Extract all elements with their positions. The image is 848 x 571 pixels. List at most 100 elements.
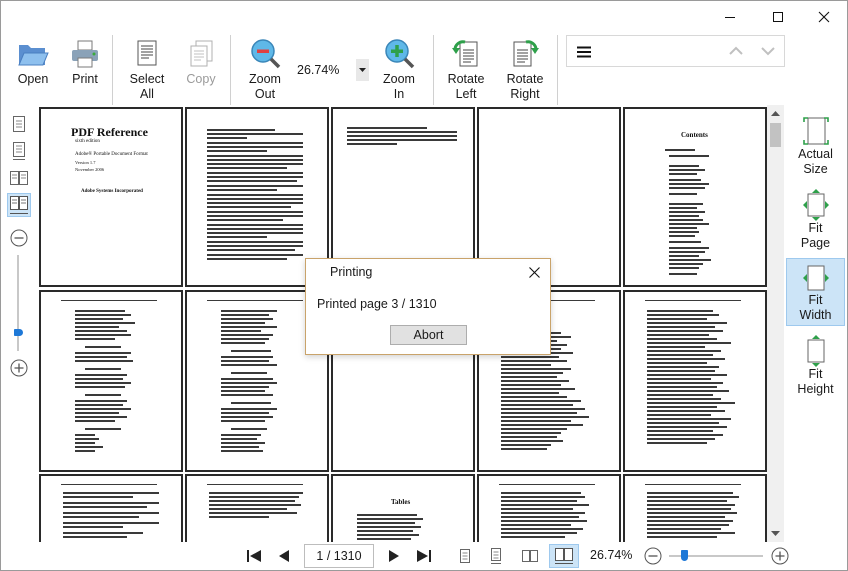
zoom-in-button[interactable]: Zoom In [377, 37, 421, 102]
continuous-view-button[interactable] [485, 544, 507, 568]
title-bar [1, 1, 847, 33]
select-all-button[interactable]: Select All [125, 37, 169, 102]
copy-label: Copy [186, 72, 216, 86]
cover-version: Version 1.7 [75, 160, 96, 165]
next-page-button[interactable] [383, 544, 405, 568]
copy-icon [184, 37, 218, 71]
caret-down-icon [359, 68, 366, 72]
copy-button[interactable]: Copy [179, 37, 223, 87]
page-number-field[interactable]: 1 / 1310 [304, 544, 374, 568]
bottom-zoom-value: 26.74% [590, 548, 633, 562]
rotate-left-button[interactable]: Rotate Left [443, 37, 489, 102]
page-thumbnail[interactable] [185, 474, 329, 542]
minus-circle-icon [10, 229, 28, 247]
previous-page-button[interactable] [273, 544, 295, 568]
page-thumbnail[interactable] [39, 290, 183, 472]
open-label: Open [17, 72, 49, 86]
actual-size-label-line1: Actual [798, 147, 833, 161]
actual-size-button[interactable]: Actual Size [786, 111, 845, 181]
fit-page-button[interactable]: Fit Page [786, 185, 845, 255]
zoom-in-small-button[interactable] [7, 356, 31, 380]
zoom-out-small-button[interactable] [643, 544, 663, 568]
search-box[interactable] [566, 35, 785, 67]
cover-company: Adobe Systems Incorporated [81, 189, 143, 194]
zoom-out-small-button[interactable] [7, 226, 31, 250]
zoom-slider-track[interactable] [17, 255, 19, 351]
zoom-in-small-button[interactable] [770, 544, 790, 568]
facing-continuous-view-button[interactable] [549, 544, 579, 568]
fit-height-icon [807, 335, 824, 367]
fit-height-label-line2: Height [797, 382, 834, 396]
abort-button[interactable]: Abort [390, 325, 467, 345]
select-all-label-line1: Select [129, 72, 165, 86]
toolbar-separator [433, 35, 434, 105]
zoom-out-label-line1: Zoom [249, 72, 281, 86]
fit-page-icon [802, 189, 829, 221]
zoom-slider-thumb[interactable] [14, 329, 23, 336]
continuous-view-button[interactable] [7, 139, 31, 163]
first-page-icon [247, 550, 261, 562]
scroll-down-arrow-icon[interactable] [771, 531, 780, 536]
cover-title: PDF Reference [71, 125, 148, 139]
actual-size-label-line2: Size [803, 162, 828, 176]
vertical-scrollbar[interactable] [767, 105, 784, 542]
chevron-up-icon[interactable] [729, 45, 743, 57]
scrollbar-thumb[interactable] [770, 123, 781, 147]
rotate-left-label-line1: Rotate [447, 72, 485, 86]
facing-continuous-view-button[interactable] [7, 193, 31, 217]
zoom-value: 26.74% [297, 63, 340, 77]
minimize-icon [725, 17, 735, 18]
first-page-button[interactable] [243, 544, 265, 568]
open-button[interactable]: Open [11, 37, 55, 87]
chevron-down-icon[interactable] [761, 45, 775, 57]
app-window: Open Print Select All Copy Zoom Out 26.7… [0, 0, 848, 571]
page-indicator: 1 / 1310 [316, 549, 362, 563]
menu-icon[interactable] [577, 46, 591, 58]
page-thumbnail[interactable] [39, 474, 183, 542]
zoom-in-label-line2: In [393, 87, 405, 101]
page-thumbnail[interactable]: Contents [623, 107, 767, 287]
plus-circle-icon [10, 359, 28, 377]
rotate-right-button[interactable]: Rotate Right [502, 37, 548, 102]
minimize-button[interactable] [707, 1, 753, 33]
left-view-panel [1, 105, 37, 542]
folder-open-icon [16, 37, 50, 71]
zoom-dropdown[interactable] [356, 59, 369, 81]
toolbar-separator [230, 35, 231, 105]
zoom-out-button[interactable]: Zoom Out [243, 37, 287, 102]
facing-view-button[interactable] [7, 166, 31, 190]
page-thumbnail[interactable]: Tables [331, 474, 475, 542]
close-window-button[interactable] [801, 1, 847, 33]
maximize-icon [773, 12, 783, 22]
fit-width-button[interactable]: Fit Width [786, 258, 845, 326]
last-page-button[interactable] [413, 544, 435, 568]
fit-width-icon [802, 265, 829, 291]
abort-label: Abort [413, 328, 444, 342]
print-button[interactable]: Print [63, 37, 107, 87]
dialog-close-button[interactable] [526, 264, 542, 280]
single-page-icon [13, 116, 25, 132]
fit-page-label-line2: Page [800, 236, 831, 250]
next-page-icon [389, 550, 399, 562]
page-thumbnail[interactable] [623, 290, 767, 472]
single-page-view-button[interactable] [454, 544, 476, 568]
maximize-button[interactable] [755, 1, 801, 33]
facing-view-button[interactable] [517, 544, 543, 568]
single-page-view-button[interactable] [7, 112, 31, 136]
page-thumbnail[interactable]: PDF Reference sixth edition Adobe® Porta… [39, 107, 183, 287]
contents-heading: Contents [681, 131, 708, 139]
facing-pages-icon [522, 550, 538, 562]
printing-dialog: Printing Printed page 3 / 1310 Abort [305, 258, 551, 355]
printer-icon [68, 37, 102, 71]
zoom-out-icon [248, 37, 282, 71]
page-thumbnail[interactable] [623, 474, 767, 542]
fit-height-button[interactable]: Fit Height [786, 331, 845, 401]
toolbar: Open Print Select All Copy Zoom Out 26.7… [1, 33, 847, 105]
continuous-page-icon [491, 548, 501, 564]
zoom-slider-thumb[interactable] [681, 550, 688, 561]
scroll-up-arrow-icon[interactable] [771, 111, 780, 116]
dialog-title: Printing [330, 265, 373, 279]
rotate-right-icon [508, 37, 542, 71]
print-label: Print [72, 72, 98, 86]
page-thumbnail[interactable] [477, 474, 621, 542]
